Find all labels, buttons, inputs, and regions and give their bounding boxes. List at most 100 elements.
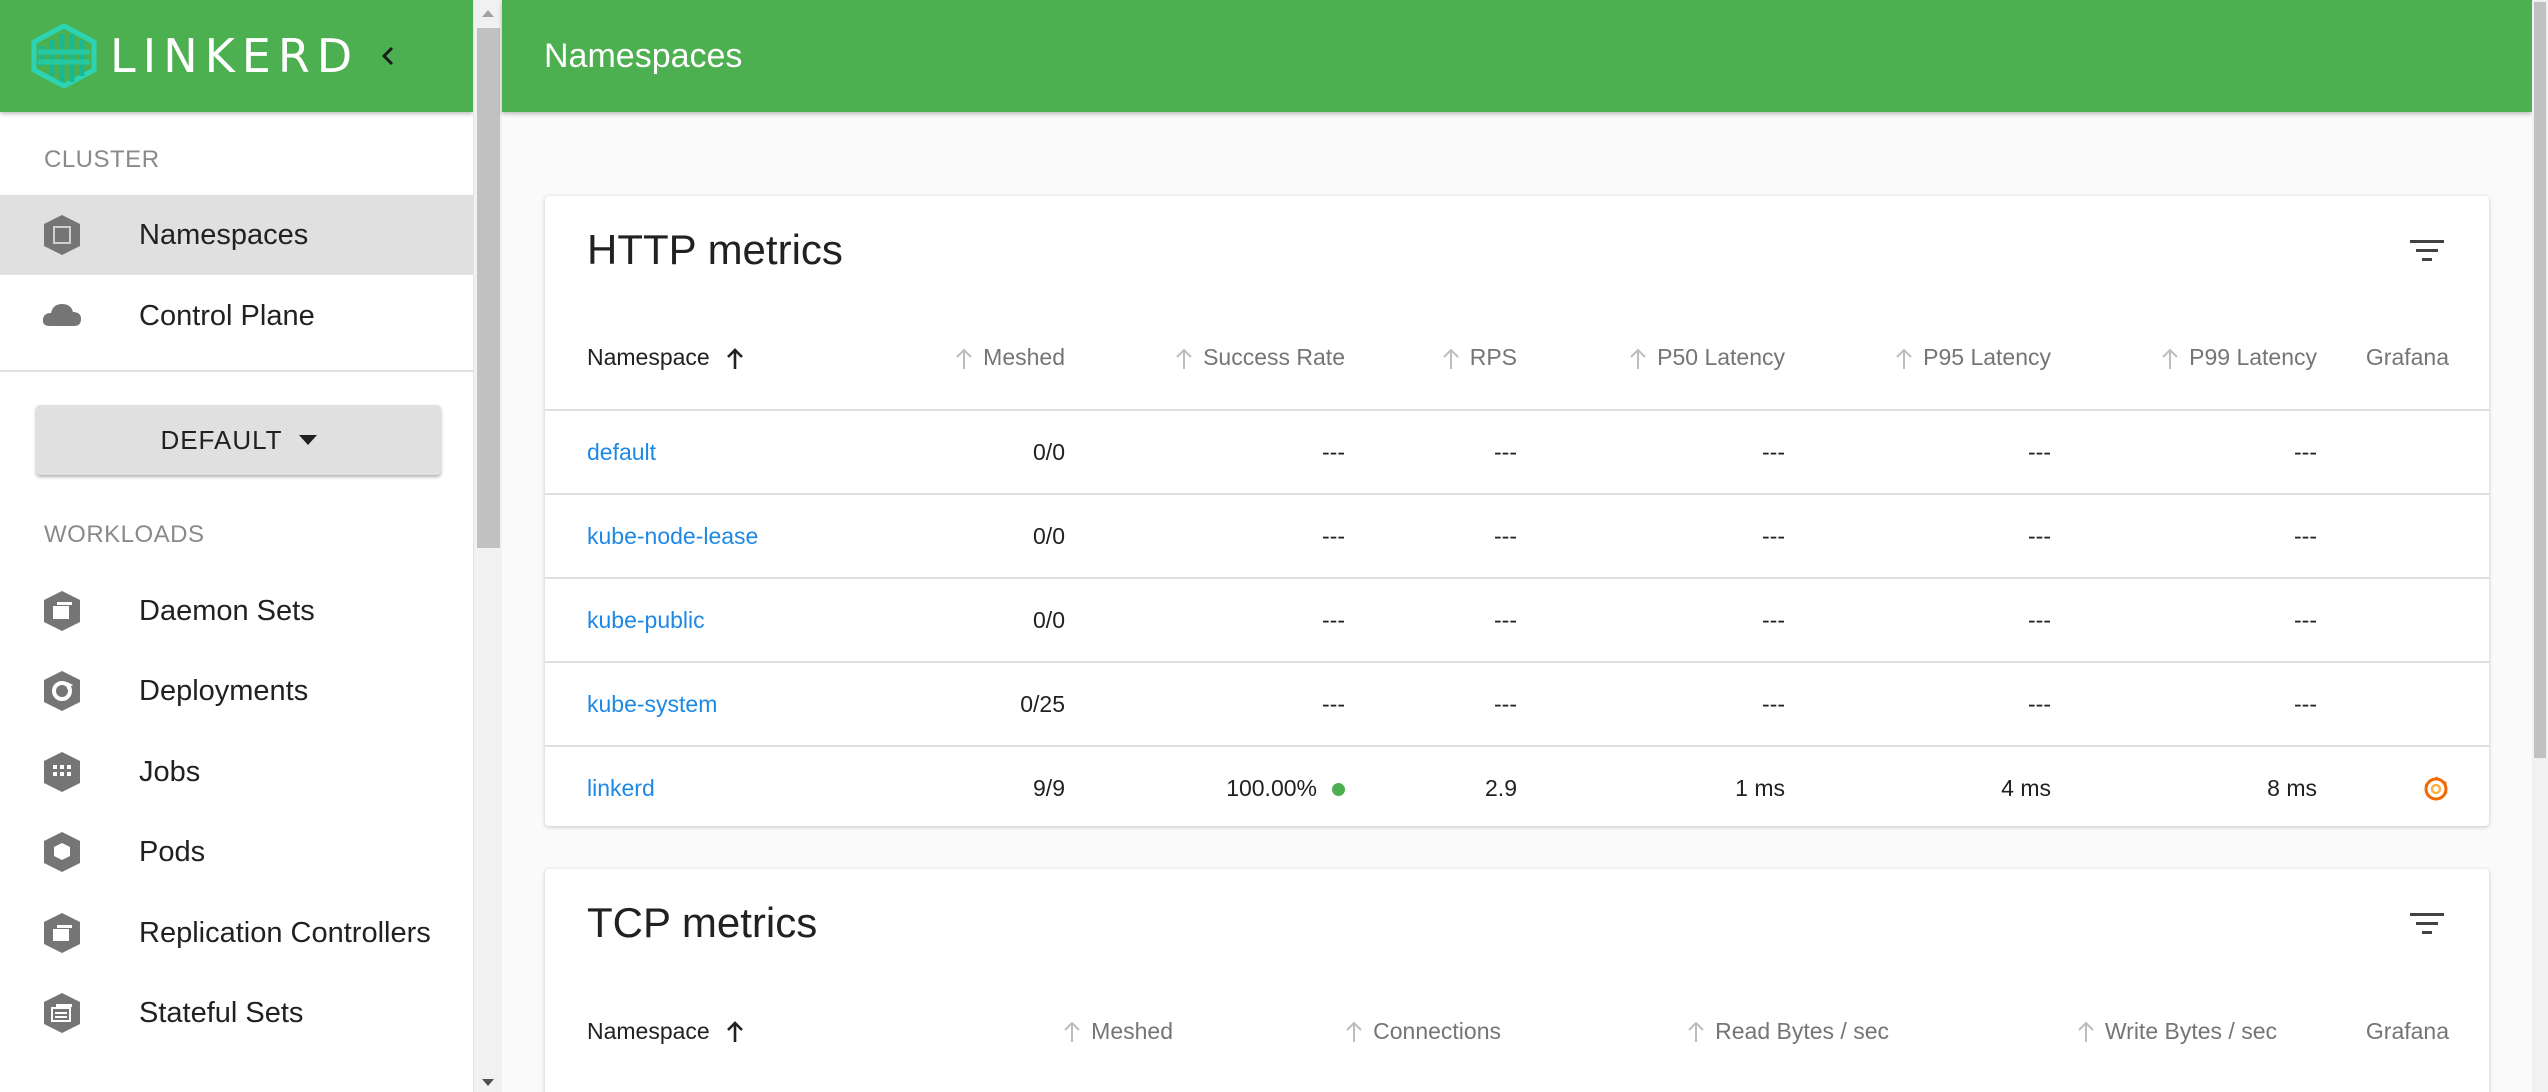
success-rate-value: --- [1322, 438, 1345, 465]
http-metrics-card: HTTP metrics Namespace Meshed Success Ra… [545, 196, 2489, 830]
chevron-left-icon [381, 46, 394, 66]
sidebar-scroll-thumb[interactable] [477, 28, 500, 548]
success-rate-value: --- [1322, 690, 1345, 717]
namespace-select[interactable]: DEFAULT [36, 405, 441, 475]
scroll-down-arrow-icon[interactable] [482, 1079, 494, 1086]
sidebar-divider [0, 370, 473, 372]
arrow-up-icon [1896, 348, 1912, 369]
sidebar-item-namespaces[interactable]: Namespaces [0, 195, 473, 275]
sidebar-item-label: Namespaces [139, 218, 309, 251]
caret-down-icon [298, 435, 317, 445]
grafana-cell [2317, 661, 2489, 746]
p50-latency-cell: --- [1517, 409, 1785, 494]
arrow-up-icon [727, 1021, 744, 1043]
arrow-up-icon [1064, 1022, 1080, 1043]
brand-bar: LINKERD [0, 0, 473, 112]
column-header-p95-latency[interactable]: P95 Latency [1785, 306, 2051, 410]
filter-icon [2410, 913, 2444, 934]
namespace-cell: kube-public [545, 577, 865, 662]
column-header-meshed[interactable]: Meshed [865, 306, 1065, 410]
cluster-section-header: CLUSTER [44, 146, 160, 173]
p50-latency-cell: --- [1517, 661, 1785, 746]
tcp-metrics-card: TCP metrics Namespace Meshed Connections… [545, 869, 2489, 1092]
table-row: kube-system 0/25 --- --- --- --- --- [545, 661, 2489, 746]
arrow-up-icon [1176, 348, 1192, 369]
arrow-up-icon [956, 348, 972, 369]
table-row: default 0/0 --- --- --- --- --- [545, 409, 2489, 494]
p95-latency-cell: --- [1785, 493, 2051, 578]
sidebar-item-label: Daemon Sets [139, 594, 315, 627]
sidebar-item-label: Control Plane [139, 299, 315, 332]
grafana-cell [2317, 409, 2489, 494]
sidebar: LINKERD CLUSTER Namespaces Control Plane… [0, 0, 473, 1092]
rps-cell: --- [1345, 661, 1517, 746]
meshed-cell: 0/0 [865, 493, 1065, 578]
sidebar-item-label: Stateful Sets [139, 996, 304, 1029]
meshed-cell: 9/9 [865, 745, 1065, 830]
table-row: kube-public 0/0 --- --- --- --- --- [545, 577, 2489, 662]
namespace-select-value: DEFAULT [160, 424, 283, 455]
sidebar-item-daemon-sets[interactable]: Daemon Sets [0, 571, 473, 651]
sidebar-item-stateful-sets[interactable]: Stateful Sets [0, 973, 473, 1053]
grafana-icon[interactable] [2423, 776, 2449, 802]
page-title: Namespaces [544, 36, 743, 75]
sidebar-item-pods[interactable]: Pods [0, 812, 473, 892]
namespace-link[interactable]: default [587, 439, 656, 465]
column-header-read-bytes[interactable]: Read Bytes / sec [1501, 979, 1889, 1083]
p99-latency-cell: --- [2051, 661, 2317, 746]
column-header-namespace[interactable]: Namespace [545, 306, 865, 410]
sidebar-item-replication-controllers[interactable]: Replication Controllers [0, 893, 473, 973]
success-rate-cell: --- [1065, 577, 1345, 662]
linkerd-logo-icon [31, 23, 97, 89]
http-filter-button[interactable] [2407, 230, 2447, 270]
namespace-link[interactable]: kube-system [587, 691, 717, 717]
column-header-success-rate[interactable]: Success Rate [1065, 306, 1345, 410]
table-header-row: Namespace Meshed Connections Read Bytes … [545, 979, 2489, 1083]
arrow-up-icon [1688, 1022, 1704, 1043]
tcp-metrics-table: Namespace Meshed Connections Read Bytes … [545, 979, 2489, 1083]
tcp-filter-button[interactable] [2407, 903, 2447, 943]
sidebar-scrollbar[interactable] [473, 0, 502, 1092]
http-metrics-table: Namespace Meshed Success Rate RPS P50 La… [545, 306, 2489, 830]
table-row: kube-node-lease 0/0 --- --- --- --- --- [545, 493, 2489, 578]
p50-latency-cell: 1 ms [1517, 745, 1785, 830]
sidebar-item-deployments[interactable]: Deployments [0, 651, 473, 731]
namespace-icon [40, 213, 84, 257]
column-header-p50-latency[interactable]: P50 Latency [1517, 306, 1785, 410]
filter-icon [2410, 240, 2444, 261]
table-row: linkerd 9/9 100.00% 2.9 1 ms 4 ms 8 ms [545, 745, 2489, 830]
column-header-grafana: Grafana [2365, 344, 2449, 370]
namespace-link[interactable]: kube-node-lease [587, 523, 758, 549]
p50-latency-cell: --- [1517, 577, 1785, 662]
grafana-cell [2317, 493, 2489, 578]
success-rate-cell: 100.00% [1065, 745, 1345, 830]
p99-latency-cell: --- [2051, 493, 2317, 578]
namespace-cell: default [545, 409, 865, 494]
sidebar-item-jobs[interactable]: Jobs [0, 732, 473, 812]
p95-latency-cell: --- [1785, 409, 2051, 494]
success-rate-cell: --- [1065, 409, 1345, 494]
meshed-cell: 0/0 [865, 409, 1065, 494]
daemonset-icon [40, 589, 84, 633]
column-header-rps[interactable]: RPS [1345, 306, 1517, 410]
column-header-connections[interactable]: Connections [1173, 979, 1501, 1083]
column-header-meshed[interactable]: Meshed [865, 979, 1173, 1083]
namespace-link[interactable]: kube-public [587, 607, 705, 633]
rps-cell: --- [1345, 577, 1517, 662]
column-header-p99-latency[interactable]: P99 Latency [2051, 306, 2317, 410]
column-header-namespace[interactable]: Namespace [545, 979, 865, 1083]
replicationcontroller-icon [40, 911, 84, 955]
page-scrollbar[interactable] [2532, 0, 2548, 1092]
p50-latency-cell: --- [1517, 493, 1785, 578]
tcp-metrics-title: TCP metrics [587, 899, 818, 946]
page-scroll-thumb[interactable] [2534, 2, 2546, 758]
table-header-row: Namespace Meshed Success Rate RPS P50 La… [545, 306, 2489, 410]
grafana-cell [2317, 745, 2489, 830]
column-header-write-bytes[interactable]: Write Bytes / sec [1889, 979, 2277, 1083]
collapse-sidebar-button[interactable] [368, 36, 408, 76]
namespace-link[interactable]: linkerd [587, 775, 655, 801]
sidebar-item-control-plane[interactable]: Control Plane [0, 276, 473, 356]
scroll-up-arrow-icon[interactable] [482, 10, 494, 17]
rps-cell: --- [1345, 493, 1517, 578]
grafana-cell [2317, 577, 2489, 662]
